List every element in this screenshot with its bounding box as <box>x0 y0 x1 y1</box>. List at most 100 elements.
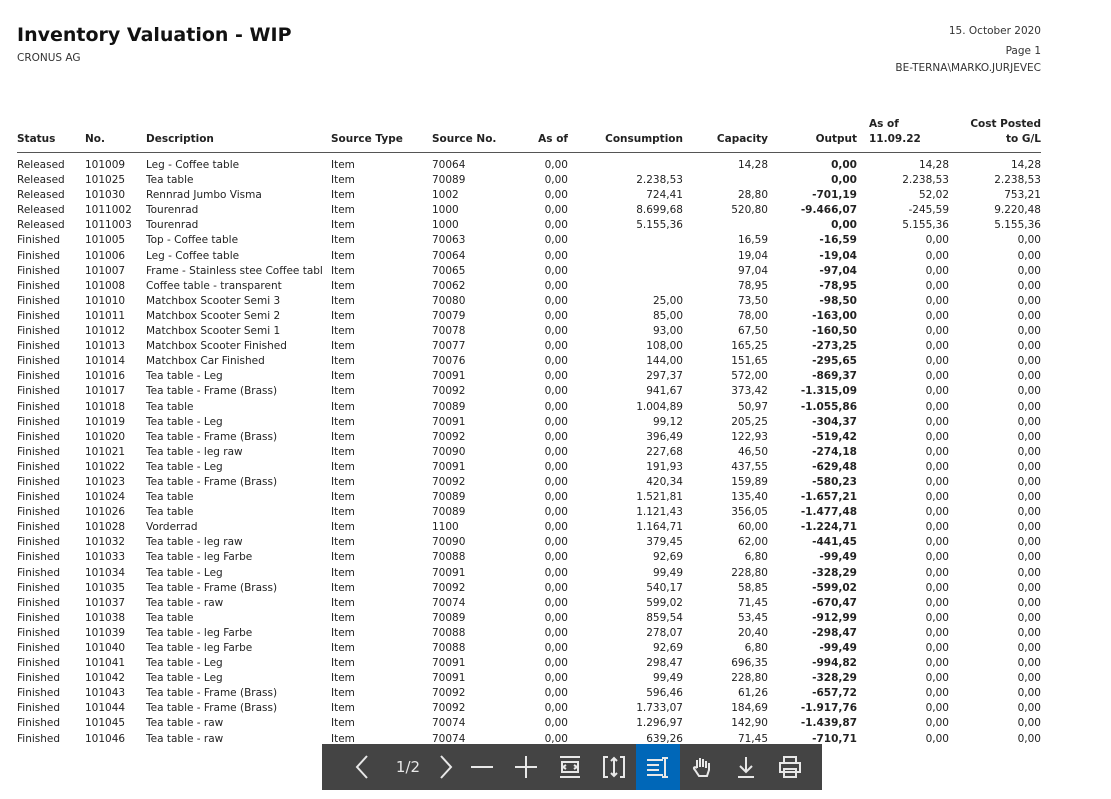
cell-description: Tourenrad <box>146 219 199 232</box>
cell-cost-posted: 0,00 <box>1017 415 1041 428</box>
cell-status: Released <box>17 189 65 202</box>
cell-source-no: 70080 <box>432 294 466 307</box>
cell-cost-posted: 0,00 <box>1017 581 1041 594</box>
download-button[interactable] <box>724 744 768 790</box>
cell-status: Finished <box>17 596 61 609</box>
cell-as-of: 0,00 <box>544 415 568 428</box>
cell-source-type: Item <box>331 445 355 458</box>
cell-as-of: 0,00 <box>544 249 568 262</box>
cell-description: Tea table - Leg <box>146 460 223 473</box>
cell-cost-posted: 0,00 <box>1017 400 1041 413</box>
hand-tool-button[interactable] <box>680 744 724 790</box>
cell-consumption: 379,45 <box>646 536 683 549</box>
cell-no: 101028 <box>85 521 126 534</box>
cell-as-of-date: 0,00 <box>925 581 949 594</box>
cell-source-no: 70091 <box>432 415 466 428</box>
cell-as-of-date: 5.155,36 <box>902 219 949 232</box>
cell-cost-posted: 0,00 <box>1017 551 1041 564</box>
cell-cost-posted: 0,00 <box>1017 294 1041 307</box>
cell-cost-posted: 0,00 <box>1017 642 1041 654</box>
cell-as-of-date: 0,00 <box>925 566 949 579</box>
table-row: Finished 101033 Tea table - leg Farbe Item 7… <box>17 550 1041 565</box>
cell-as-of: 0,00 <box>544 475 568 488</box>
cell-status: Finished <box>17 506 61 519</box>
cell-description: Tea table - Leg <box>146 370 223 383</box>
cell-as-of: 0,00 <box>544 294 568 307</box>
cell-output: -274,18 <box>812 445 857 458</box>
cell-cost-posted: 9.220,48 <box>994 204 1041 217</box>
cell-as-of-date: 0,00 <box>925 400 949 413</box>
cell-consumption: 941,67 <box>646 385 683 398</box>
fit-width-button[interactable] <box>548 744 592 790</box>
cell-source-no: 1002 <box>432 189 459 202</box>
cell-as-of-date: 0,00 <box>925 385 949 398</box>
cell-source-type: Item <box>331 611 355 624</box>
cell-no: 101034 <box>85 566 126 579</box>
table-row: Finished 101026 Tea table Item 70089 0,00 1.12… <box>17 505 1041 520</box>
cell-output: -16,59 <box>819 234 857 247</box>
table-body: Released 101009 Leg - Coffee table Item 7006… <box>17 158 1041 747</box>
cell-status: Finished <box>17 611 61 624</box>
cell-status: Released <box>17 174 65 187</box>
zoom-out-button[interactable] <box>460 744 504 790</box>
table-row: Finished 101035 Tea table - Frame (Brass) I… <box>17 581 1041 596</box>
cell-consumption: 420,34 <box>646 475 683 488</box>
cell-as-of: 0,00 <box>544 491 568 504</box>
cell-as-of: 0,00 <box>544 325 568 338</box>
cell-as-of: 0,00 <box>544 460 568 473</box>
cell-no: 101006 <box>85 249 126 262</box>
cell-no: 101025 <box>85 174 126 187</box>
next-page-button[interactable] <box>432 744 460 790</box>
cell-capacity: 67,50 <box>737 325 768 338</box>
cell-source-no: 70064 <box>432 159 466 171</box>
cell-description: Matchbox Scooter Finished <box>146 340 287 353</box>
text-select-button[interactable] <box>636 744 680 790</box>
cell-output: -1.224,71 <box>800 521 857 534</box>
cell-status: Finished <box>17 234 61 247</box>
cell-cost-posted: 753,21 <box>1004 189 1041 202</box>
cell-as-of-date: 0,00 <box>925 551 949 564</box>
cell-cost-posted: 0,00 <box>1017 370 1041 383</box>
cell-description: Tea table - raw <box>146 717 224 730</box>
cell-as-of: 0,00 <box>544 279 568 292</box>
cell-status: Released <box>17 159 65 171</box>
cell-source-type: Item <box>331 430 355 443</box>
previous-page-button[interactable] <box>340 744 384 790</box>
cell-output: -869,37 <box>812 370 857 383</box>
cell-status: Released <box>17 219 65 232</box>
report-title: Inventory Valuation - WIP <box>17 24 292 46</box>
col-consumption: Consumption <box>588 117 683 153</box>
fit-height-button[interactable] <box>592 744 636 790</box>
cell-as-of: 0,00 <box>544 234 568 247</box>
zoom-in-button[interactable] <box>504 744 548 790</box>
cell-capacity: 356,05 <box>731 506 768 519</box>
cell-consumption <box>588 158 683 173</box>
cell-capacity: 20,40 <box>737 626 768 639</box>
cell-no: 101005 <box>85 234 126 247</box>
cell-as-of-date: 0,00 <box>925 611 949 624</box>
cell-capacity: 142,90 <box>731 717 768 730</box>
cell-status: Finished <box>17 581 61 594</box>
cell-as-of-date: 0,00 <box>925 717 949 730</box>
table-row: Finished 101045 Tea table - raw Item 70074 0,… <box>17 716 1041 731</box>
cell-consumption: 108,00 <box>646 340 683 353</box>
print-button[interactable] <box>768 744 812 790</box>
cell-as-of-date: 0,00 <box>925 355 949 368</box>
cell-consumption: 540,17 <box>646 581 683 594</box>
cell-description: Tea table - raw <box>146 596 224 609</box>
cell-capacity: 6,80 <box>744 642 768 654</box>
cell-cost-posted: 0,00 <box>1017 385 1041 398</box>
cell-as-of: 0,00 <box>544 626 568 639</box>
cell-description: Leg - Coffee table <box>146 159 240 171</box>
cell-as-of-date: 0,00 <box>925 642 949 654</box>
cell-source-no: 70091 <box>432 672 466 685</box>
cell-no: 101007 <box>85 264 126 277</box>
cell-source-type: Item <box>331 596 355 609</box>
cell-description: Tea table <box>146 491 194 504</box>
page-number: Page 1 <box>1005 45 1041 57</box>
user-id: BE-TERNA\MARKO.JURJEVEC <box>895 62 1041 74</box>
cell-output: -1.055,86 <box>800 400 857 413</box>
cell-capacity: 53,45 <box>737 611 768 624</box>
table-row: Finished 101012 Matchbox Scooter Semi 1 Ite… <box>17 324 1041 339</box>
cell-status: Finished <box>17 279 61 292</box>
